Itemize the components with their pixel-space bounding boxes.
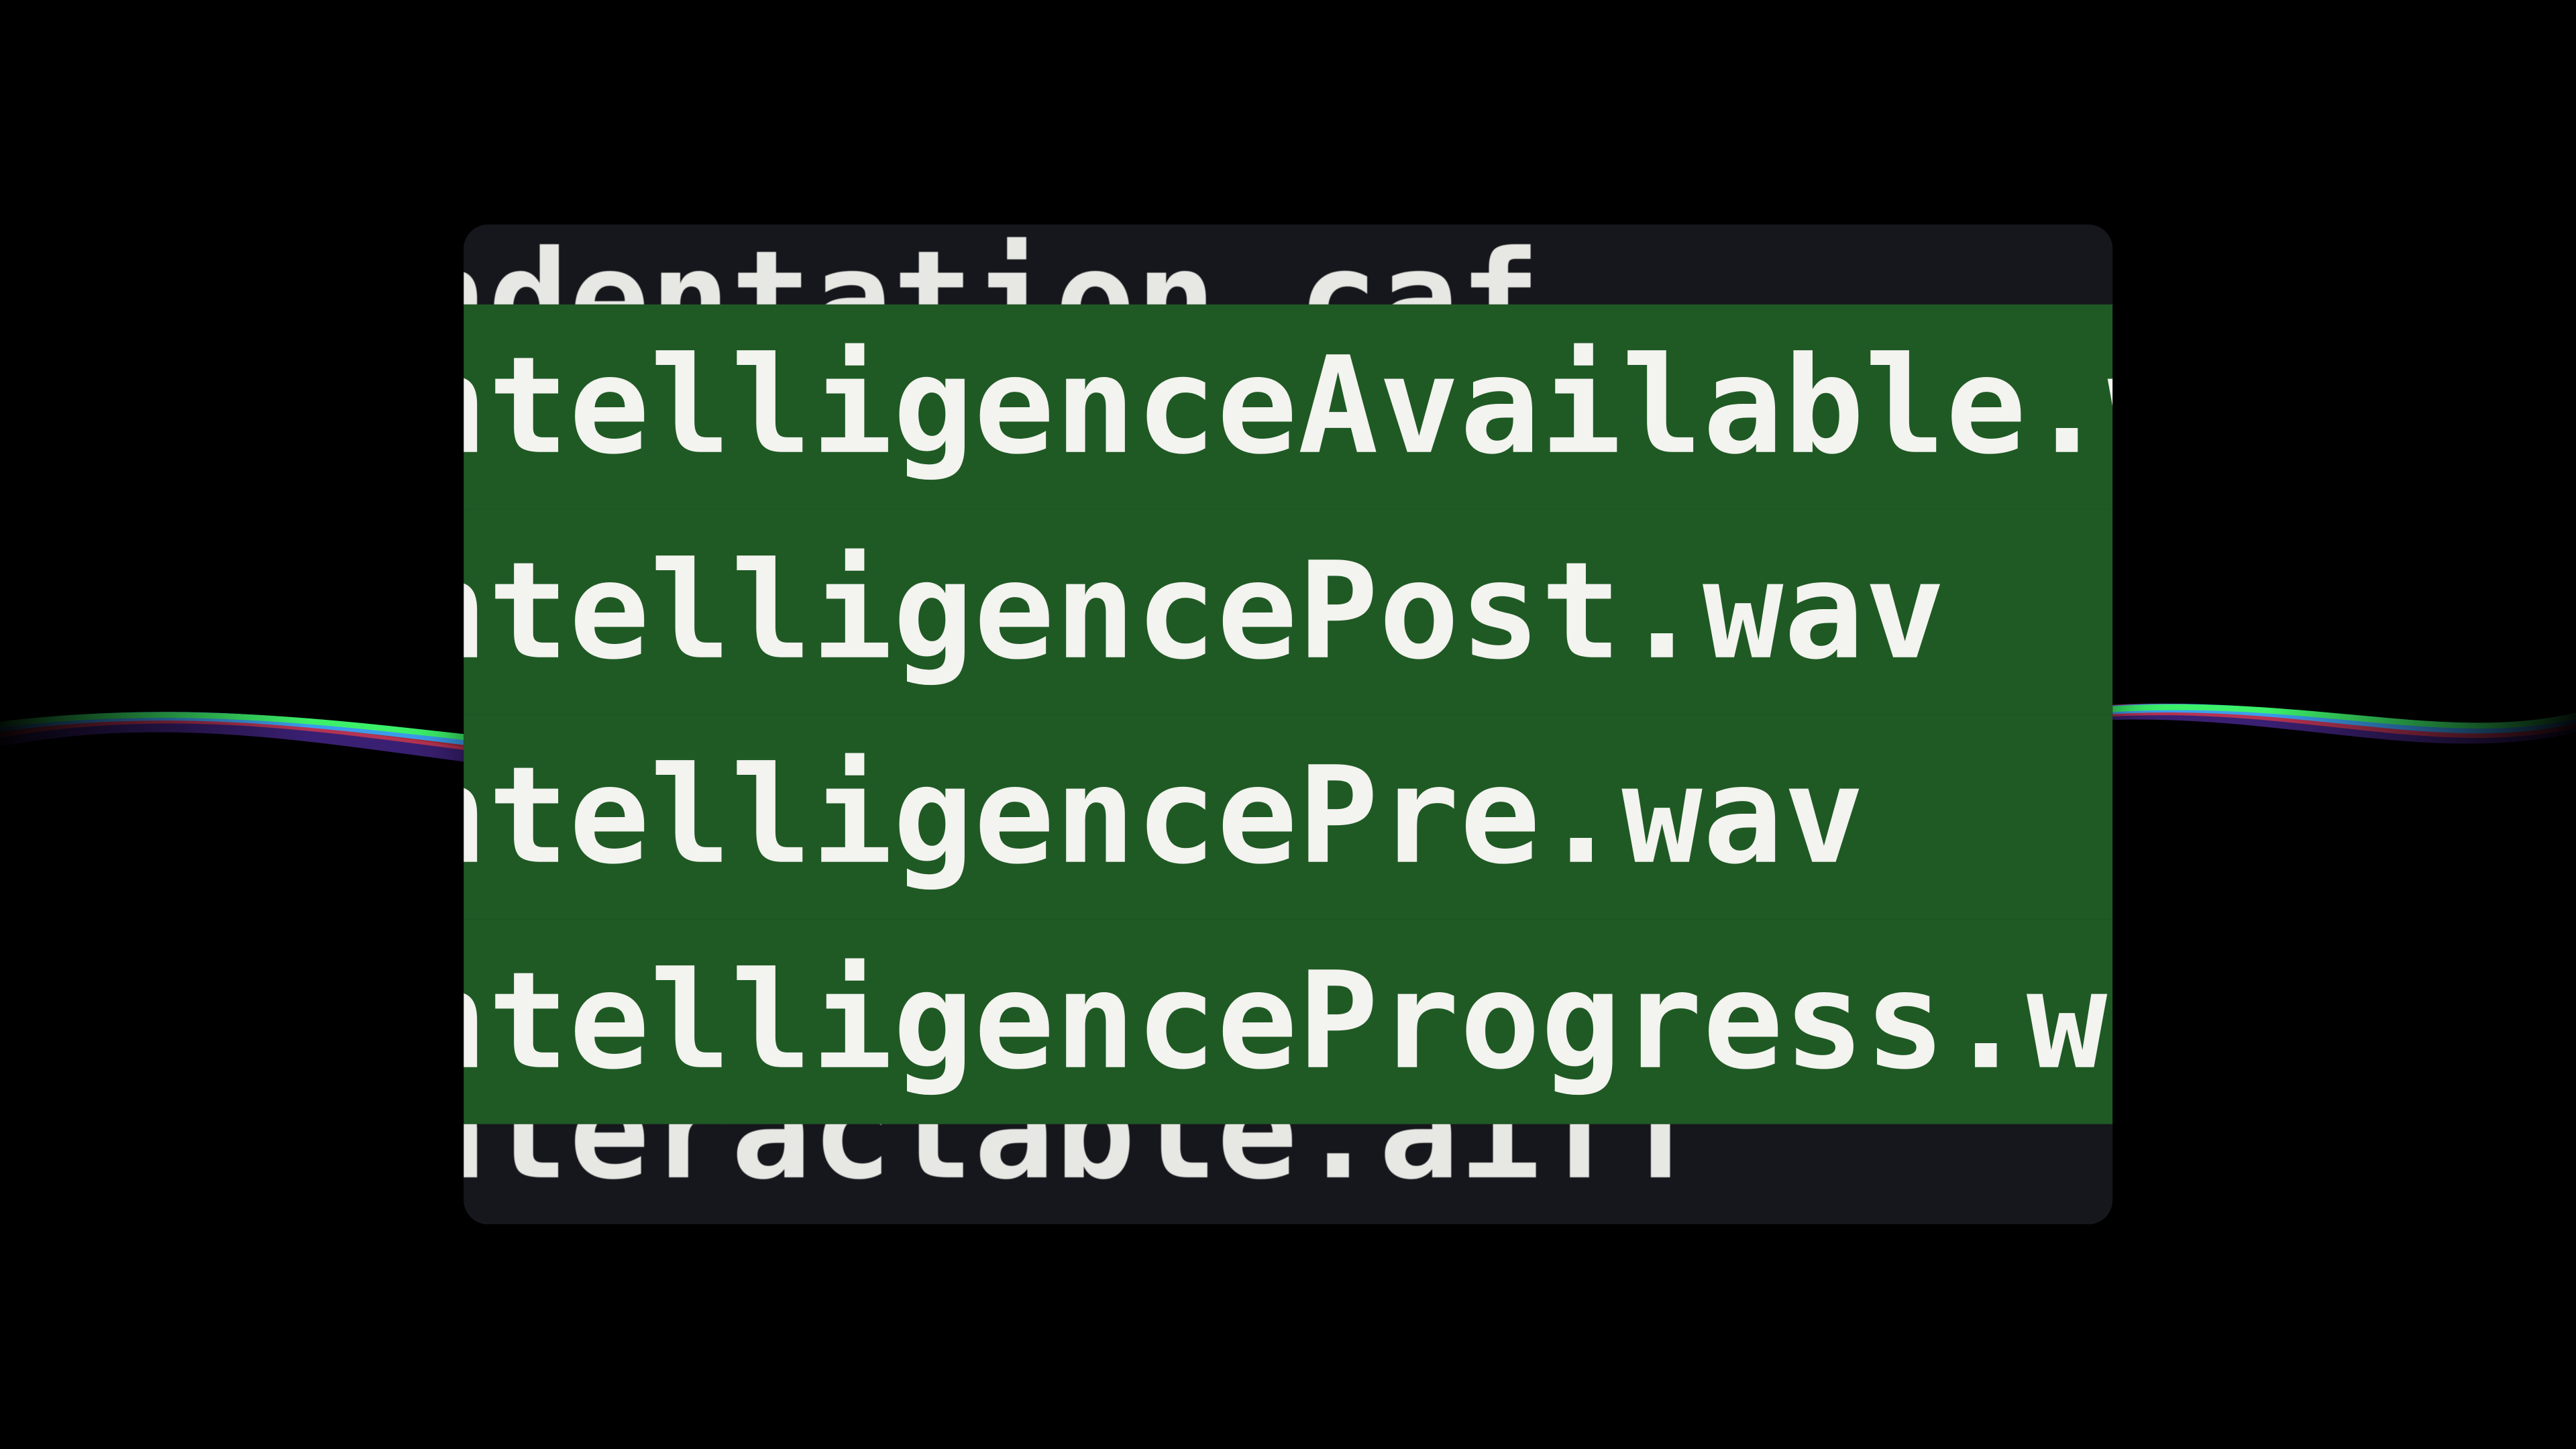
file-name: nteractable.aiff — [464, 1124, 1703, 1199]
file-list-panel: ndentation.caf ntelligenceAvailable.wav … — [464, 225, 2112, 1224]
list-item[interactable]: nteractable.aiff — [464, 1124, 2112, 1214]
list-item[interactable]: ntelligenceProgress.wav — [464, 920, 2112, 1125]
file-name: ntelligenceAvailable.wav — [464, 340, 2112, 474]
file-name: ndentation.caf — [464, 233, 1541, 305]
file-name: ntelligencePost.wav — [464, 545, 1945, 679]
list-item[interactable]: ndentation.caf — [464, 225, 2112, 305]
file-name: ntelligencePre.wav — [464, 750, 1864, 884]
list-item[interactable]: ntelligenceAvailable.wav — [464, 305, 2112, 510]
file-name: ntelligenceProgress.wav — [464, 955, 2112, 1089]
list-item[interactable]: ntelligencePre.wav — [464, 714, 2112, 920]
file-list: ndentation.caf ntelligenceAvailable.wav … — [464, 225, 2112, 1224]
list-item[interactable]: ntelligencePost.wav — [464, 510, 2112, 715]
